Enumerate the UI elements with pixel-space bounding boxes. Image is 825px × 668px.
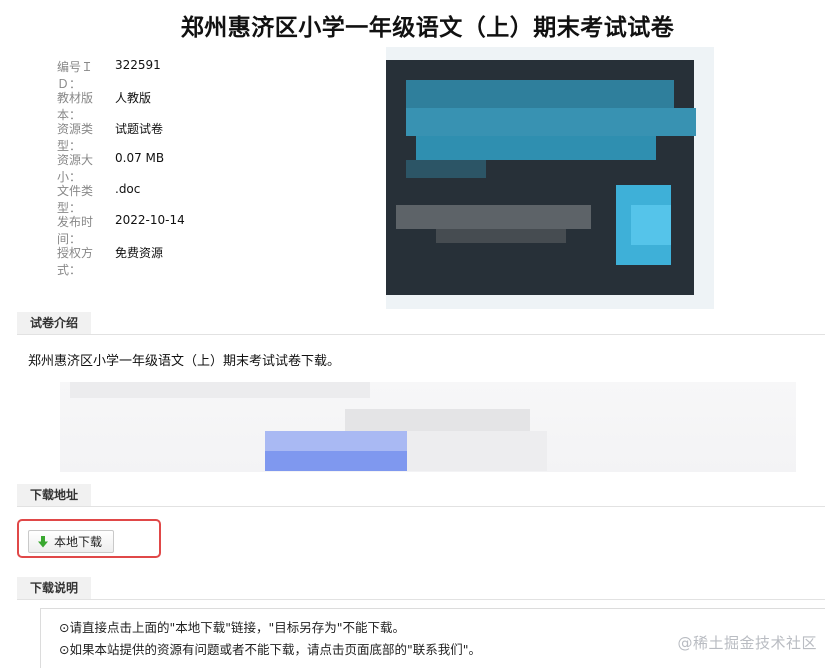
meta-label: 文件类型： <box>57 184 94 215</box>
page-title: 郑州惠济区小学一年级语文（上）期末考试试卷 <box>180 15 675 41</box>
preview-blur-bar <box>436 229 566 243</box>
intro-text: 郑州惠济区小学一年级语文（上）期末考试试卷下载。 <box>28 354 341 369</box>
preview-blur-accent <box>631 205 671 245</box>
section-title: 下载说明 <box>17 577 92 599</box>
local-download-button[interactable]: 本地下载 <box>28 530 114 553</box>
meta-row-license: 授权方式： 免费资源 <box>57 244 185 277</box>
preview-blur-bar <box>416 136 656 160</box>
intro-image-blur <box>407 431 547 471</box>
intro-image <box>60 382 796 472</box>
meta-label: 编号ＩＤ： <box>57 60 94 91</box>
meta-row-size: 资源大小： 0.07 MB <box>57 151 185 184</box>
meta-row-date: 发布时间： 2022-10-14 <box>57 213 185 246</box>
meta-value: 0.07 MB <box>115 151 165 165</box>
resource-meta-list: 编号ＩＤ： 322591 教材版本： 人教版 资源类型： 试题试卷 资源大小： … <box>57 58 185 277</box>
download-arrow-icon <box>38 535 48 547</box>
meta-row-edition: 教材版本： 人教版 <box>57 89 185 122</box>
preview-blur-bar <box>406 160 486 178</box>
section-header-notes: 下载说明 <box>17 577 825 600</box>
meta-label: 资源类型： <box>57 122 94 153</box>
meta-label: 发布时间： <box>57 215 94 246</box>
meta-value: 试题试卷 <box>115 122 164 136</box>
download-button-label: 本地下载 <box>54 535 103 549</box>
meta-value: 2022-10-14 <box>115 213 185 227</box>
preview-image <box>386 47 714 309</box>
preview-image-content <box>386 60 696 295</box>
section-header-intro: 试卷介绍 <box>17 312 825 335</box>
section-header-download: 下载地址 <box>17 484 825 507</box>
section-title: 下载地址 <box>17 484 92 506</box>
meta-value: 免费资源 <box>115 246 164 260</box>
intro-image-blur <box>70 382 370 398</box>
preview-blur-bar <box>406 80 674 108</box>
meta-row-filetype: 文件类型： .doc <box>57 182 185 215</box>
section-title: 试卷介绍 <box>17 312 92 334</box>
meta-label: 教材版本： <box>57 91 94 122</box>
watermark: @稀土掘金技术社区 <box>677 634 817 652</box>
meta-value: .doc <box>115 182 141 196</box>
intro-image-blur <box>265 431 407 451</box>
meta-value: 人教版 <box>115 91 152 105</box>
meta-label: 资源大小： <box>57 153 94 184</box>
meta-row-type: 资源类型： 试题试卷 <box>57 120 185 153</box>
meta-value: 322591 <box>115 58 161 72</box>
intro-image-blur <box>345 409 530 431</box>
preview-blur-bar <box>396 205 591 229</box>
meta-row-id: 编号ＩＤ： 322591 <box>57 58 185 91</box>
intro-image-blur <box>265 451 407 471</box>
preview-blur-bar <box>406 108 696 136</box>
meta-label: 授权方式： <box>57 246 94 277</box>
